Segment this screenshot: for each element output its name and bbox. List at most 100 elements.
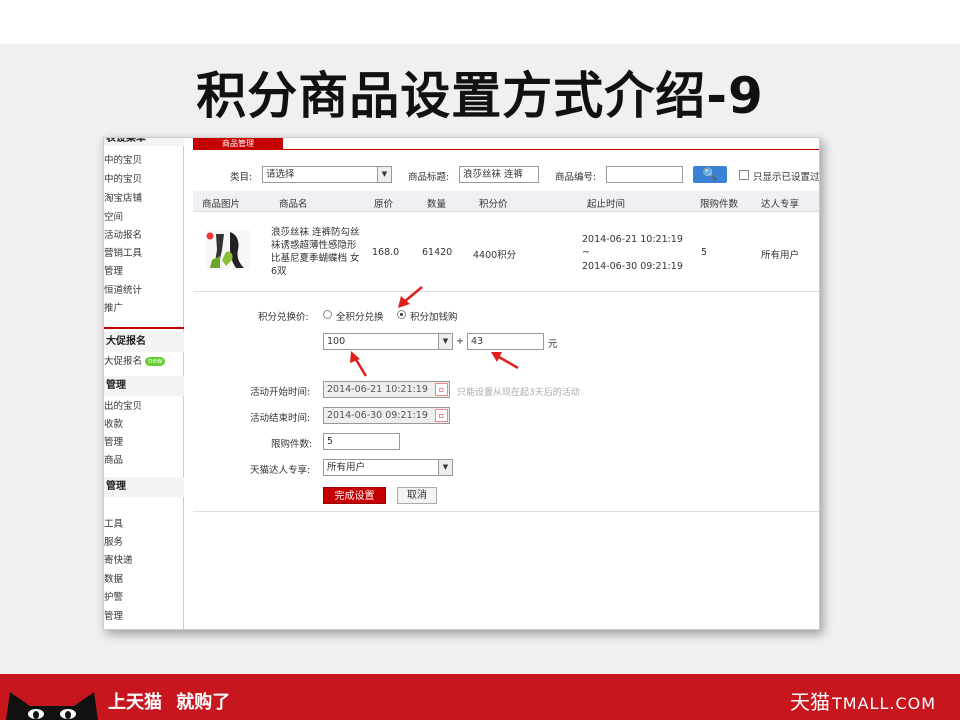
code-input[interactable] xyxy=(606,166,683,183)
row-separator xyxy=(193,291,819,292)
end-time-input[interactable]: 2014-06-30 09:21:19 ▫ xyxy=(323,407,450,424)
cancel-button[interactable]: 取消 xyxy=(397,487,437,504)
sidebar-menu-header: 表设菜单 xyxy=(104,138,184,146)
limit-input[interactable]: 5 xyxy=(323,433,400,450)
full-points-label: 全积分兑换 xyxy=(336,312,384,323)
main-panel: 商品管理 类目: 请选择 ▼ 商品标题: 浪莎丝袜 连裤 商品编号: 🔍 只显示… xyxy=(186,138,820,629)
sidebar-item[interactable]: 管理 xyxy=(104,434,184,452)
tmall-logo-cn: 天猫 xyxy=(790,690,830,714)
end-time-value: 2014-06-30 09:21:19 xyxy=(327,410,428,421)
search-icon: 🔍 xyxy=(702,167,718,181)
sidebar-item[interactable]: 寄快递 xyxy=(104,552,184,570)
start-time-hint: 只能设置从现在起3天后的活动 xyxy=(457,388,580,398)
screenshot-panel: 表设菜单 中的宝贝 中的宝贝 淘宝店铺 空间 活动报名 营销工具 管理 恒道统计… xyxy=(103,137,820,630)
exchange-label: 积分兑换价: xyxy=(258,312,309,323)
row-time-sep: ~ xyxy=(582,247,590,258)
sidebar-section-header: 大促报名 xyxy=(104,332,184,352)
category-label: 类目: xyxy=(230,172,253,183)
title-input[interactable]: 浪莎丝袜 连裤 xyxy=(459,166,539,183)
full-points-radio[interactable] xyxy=(323,310,332,319)
calendar-icon[interactable]: ▫ xyxy=(435,383,448,396)
sidebar-item[interactable]: 营销工具 xyxy=(104,245,184,263)
sidebar-item[interactable]: 商品 xyxy=(104,452,184,470)
start-time-input[interactable]: 2014-06-21 10:21:19 ▫ xyxy=(323,381,450,398)
sidebar-item[interactable]: 大促报名 new xyxy=(104,353,184,371)
tmall-cat-icon xyxy=(6,692,98,720)
chevron-down-icon[interactable]: ▼ xyxy=(438,460,452,475)
sidebar-item[interactable]: 推广 xyxy=(104,300,184,318)
sidebar-item[interactable]: 数据 xyxy=(104,571,184,589)
vip-select-value: 所有用户 xyxy=(327,462,366,473)
tab-underline xyxy=(193,149,819,150)
sidebar-item[interactable]: 中的宝贝 xyxy=(104,152,184,170)
plus-sign: + xyxy=(456,336,464,347)
row-limit: 5 xyxy=(701,247,708,258)
sidebar-item[interactable]: 管理 xyxy=(104,263,184,281)
start-time-value: 2014-06-21 10:21:19 xyxy=(327,384,428,395)
footer-slogan: 上天猫 就购了 xyxy=(108,688,230,714)
calendar-icon[interactable]: ▫ xyxy=(435,409,448,422)
only-set-label: 只显示已设置过 xyxy=(753,172,820,183)
submit-button[interactable]: 完成设置 xyxy=(323,487,386,504)
sidebar-item[interactable]: 护警 xyxy=(104,589,184,607)
row-price: 168.0 xyxy=(372,247,400,258)
points-cash-label: 积分加钱购 xyxy=(410,312,458,323)
sidebar-item-label: 大促报名 xyxy=(104,356,143,367)
tmall-logo-en: TMALL.COM xyxy=(832,694,937,713)
category-select-value: 请选择 xyxy=(266,169,295,180)
tmall-logo: 天猫 TMALL.COM xyxy=(790,686,936,715)
row-time-start: 2014-06-21 10:21:19 xyxy=(582,234,683,245)
th-name: 商品名 xyxy=(279,199,308,210)
sidebar-item[interactable]: 中的宝贝 xyxy=(104,171,184,189)
footer-slogan-2: 就购了 xyxy=(176,692,231,713)
top-band xyxy=(0,0,960,44)
footer-slogan-1: 上天猫 xyxy=(108,692,162,713)
th-points: 积分价 xyxy=(479,199,508,210)
th-time: 起止时间 xyxy=(587,199,626,210)
chevron-down-icon[interactable]: ▼ xyxy=(377,167,391,182)
points-select[interactable]: 100 ▼ xyxy=(323,333,453,350)
th-quantity: 数量 xyxy=(427,199,447,210)
sidebar-item[interactable]: 出的宝贝 xyxy=(104,398,184,416)
sidebar-item[interactable]: 收款 xyxy=(104,416,184,434)
row-quantity: 61420 xyxy=(422,247,453,258)
sidebar-item[interactable]: 工具 xyxy=(104,516,184,534)
points-cash-radio[interactable] xyxy=(397,310,406,319)
footer-bar: 上天猫 就购了 天猫 TMALL.COM xyxy=(0,674,960,720)
sidebar-item[interactable]: 恒道统计 xyxy=(104,282,184,300)
sidebar-item[interactable]: 活动报名 xyxy=(104,227,184,245)
title-label: 商品标题: xyxy=(408,172,450,183)
category-select[interactable]: 请选择 ▼ xyxy=(262,166,392,183)
sidebar-item[interactable]: 空间 xyxy=(104,209,184,227)
sidebar-divider xyxy=(104,327,184,329)
row-points: 4400积分 xyxy=(473,250,517,261)
start-time-label: 活动开始时间: xyxy=(250,387,311,398)
tab-product-management[interactable]: 商品管理 xyxy=(193,138,283,149)
row-time-end: 2014-06-30 09:21:19 xyxy=(582,261,683,272)
sidebar-item[interactable]: 淘宝店铺 xyxy=(104,190,184,208)
sidebar-item[interactable] xyxy=(104,499,184,517)
th-image: 商品图片 xyxy=(202,199,241,210)
sidebar-section-header: 管理 xyxy=(104,376,184,396)
code-label: 商品编号: xyxy=(555,172,597,183)
product-image xyxy=(206,230,250,270)
th-vip: 达人专享 xyxy=(761,199,800,210)
new-badge: new xyxy=(145,357,166,366)
chevron-down-icon[interactable]: ▼ xyxy=(438,334,452,349)
sidebar-item[interactable]: 服务 xyxy=(104,534,184,552)
cash-input[interactable]: 43 xyxy=(467,333,544,350)
only-set-checkbox[interactable] xyxy=(739,170,749,180)
product-thumbnail[interactable] xyxy=(206,230,250,270)
slide-title: 积分商品设置方式介绍-9 xyxy=(196,67,764,125)
th-price: 原价 xyxy=(374,199,394,210)
cash-unit: 元 xyxy=(548,339,558,350)
limit-label: 限购件数: xyxy=(271,439,313,450)
end-time-label: 活动结束时间: xyxy=(250,413,311,424)
vip-select[interactable]: 所有用户 ▼ xyxy=(323,459,453,476)
th-limit: 限购件数 xyxy=(700,199,739,210)
search-button[interactable]: 🔍 xyxy=(693,166,727,183)
sidebar-item[interactable]: 管理 xyxy=(104,608,184,626)
product-name[interactable]: 浪莎丝袜 连裤防勾丝袜诱惑超薄性感隐形比基尼夏季蝴蝶档 女6双 xyxy=(271,226,361,278)
sidebar-section-header: 管理 xyxy=(104,477,184,497)
points-select-value: 100 xyxy=(327,336,346,347)
